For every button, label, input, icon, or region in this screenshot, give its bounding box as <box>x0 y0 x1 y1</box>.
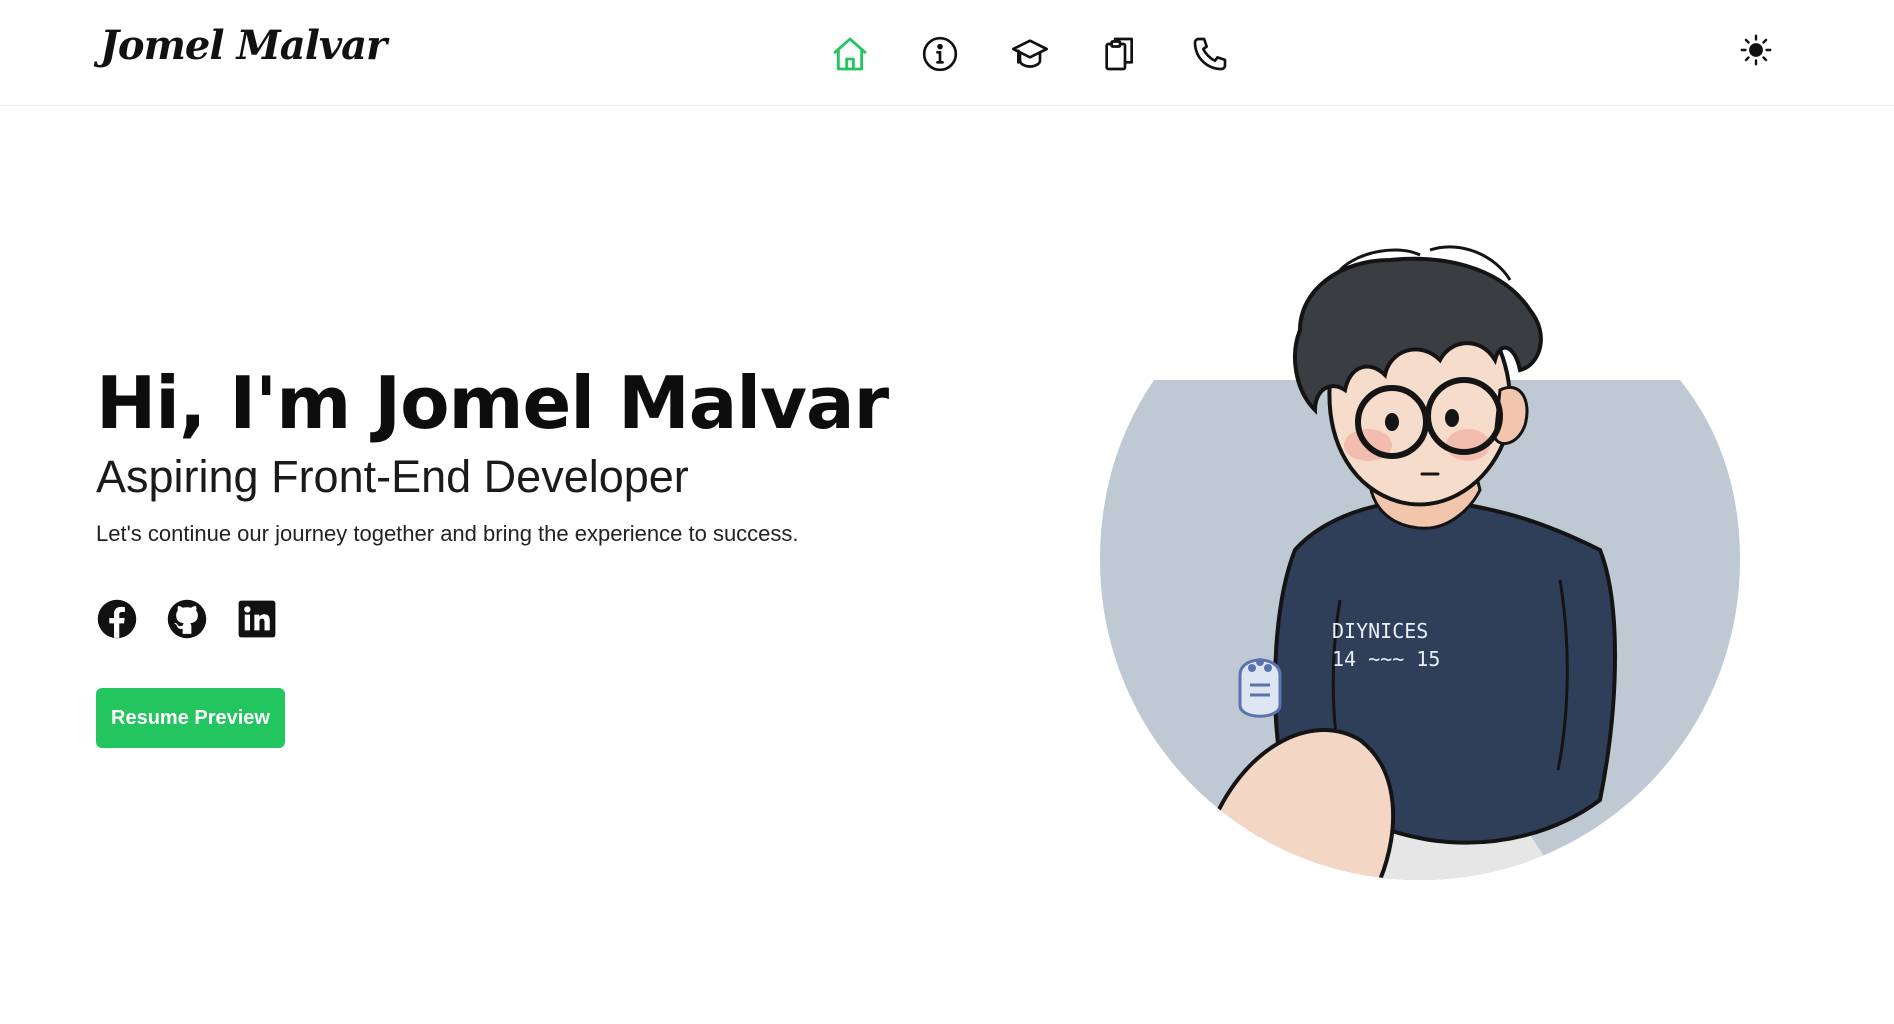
nav-about[interactable] <box>916 30 964 78</box>
github-icon <box>167 599 207 639</box>
clipboard-icon <box>1105 37 1133 71</box>
nav-projects[interactable] <box>1096 30 1144 78</box>
info-icon <box>922 36 958 72</box>
hero-tagline: Let's continue our journey together and … <box>96 521 799 546</box>
avatar-illustration: DIYNICES 14 ~~~ 15 <box>1100 240 1740 880</box>
hero-subtitle: Aspiring Front-End Developer <box>96 451 689 502</box>
shirt-text-1: DIYNICES <box>1332 619 1428 643</box>
navbar: Jomel Malvar <box>0 0 1894 106</box>
nav-links <box>826 30 1234 78</box>
facebook-icon <box>97 599 137 639</box>
hero-section: Hi, I'm Jomel Malvar Aspiring Front-End … <box>96 360 996 748</box>
social-links <box>96 598 996 640</box>
github-link[interactable] <box>166 598 208 640</box>
nav-education[interactable] <box>1006 30 1054 78</box>
resume-preview-button[interactable]: Resume Preview <box>96 688 285 748</box>
linkedin-icon <box>238 600 276 638</box>
nav-home[interactable] <box>826 30 874 78</box>
linkedin-link[interactable] <box>236 598 278 640</box>
hero-title: Hi, I'm Jomel Malvar <box>96 361 889 445</box>
site-logo[interactable]: Jomel Malvar <box>100 22 387 69</box>
home-icon <box>833 37 867 71</box>
shirt-text-2: 14 ~~~ 15 <box>1332 647 1440 671</box>
graduation-cap-icon <box>1012 39 1048 68</box>
facebook-link[interactable] <box>96 598 138 640</box>
sun-icon <box>1740 34 1772 66</box>
nav-contact[interactable] <box>1186 30 1234 78</box>
phone-icon <box>1193 37 1227 71</box>
theme-toggle[interactable] <box>1736 30 1776 70</box>
